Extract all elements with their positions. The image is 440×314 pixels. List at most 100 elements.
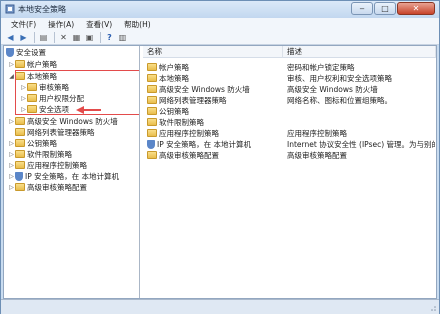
security-policy-icon (5, 4, 15, 14)
folder-icon (15, 183, 25, 191)
column-header-label: 描述 (287, 47, 302, 56)
tree-item-app-control[interactable]: ▷ 应用程序控制策略 (8, 160, 87, 170)
ip-security-icon (15, 171, 23, 181)
collapse-icon[interactable]: ◢ (8, 73, 15, 80)
list-item-name-text: 高级审核策略配置 (159, 150, 219, 160)
tree-root-label: 安全设置 (16, 47, 46, 57)
folder-icon (15, 161, 25, 169)
forward-icon[interactable]: ▶ (18, 32, 29, 43)
list-item-description: 密码和帐户锁定策略 (287, 62, 355, 72)
folder-icon (147, 85, 157, 93)
help-icon[interactable]: ? (104, 32, 115, 43)
menu-bar: 文件(F) 操作(A) 查看(V) 帮助(H) (1, 18, 439, 31)
tree-item-label: 网络列表管理器策略 (27, 127, 95, 137)
tree-item-label: IP 安全策略，在 本地计算机 (25, 171, 120, 181)
tree-item-advanced-audit[interactable]: ▷ 高级审核策略配置 (8, 182, 87, 192)
list-item[interactable]: 网络列表管理器策略 网络名称、图标和位置组策略。 (143, 95, 436, 105)
expand-icon[interactable]: ▷ (8, 140, 15, 147)
list-item-name-text: 应用程序控制策略 (159, 128, 219, 138)
list-item-description: 高级审核策略配置 (287, 150, 347, 160)
list-item-name: 软件限制策略 (147, 117, 204, 128)
expand-icon[interactable]: ▷ (8, 173, 15, 180)
back-icon[interactable]: ◀ (5, 32, 16, 43)
folder-icon (147, 151, 157, 159)
folder-icon (15, 60, 25, 68)
toolbar-divider (54, 32, 55, 43)
window-title: 本地安全策略 (18, 5, 66, 14)
close-button[interactable]: ✕ (397, 2, 435, 15)
tree-item-firewall[interactable]: ▷ 高级安全 Windows 防火墙 (8, 116, 118, 126)
tree-item-network-list[interactable]: 网络列表管理器策略 (8, 127, 95, 137)
minimize-icon: ‒ (359, 4, 365, 13)
expand-icon[interactable]: ▷ (8, 61, 15, 68)
list-item[interactable]: 帐户策略 密码和帐户锁定策略 (143, 62, 436, 72)
list-item[interactable]: 应用程序控制策略 应用程序控制策略 (143, 128, 436, 138)
tree-item-label: 帐户策略 (27, 59, 57, 69)
list-item-description: 应用程序控制策略 (287, 128, 347, 138)
list-item[interactable]: 公钥策略 (143, 106, 436, 116)
list-item-description: 网络名称、图标和位置组策略。 (287, 95, 392, 105)
folder-icon (147, 74, 157, 82)
list-item[interactable]: IP 安全策略，在 本地计算机 Internet 协议安全性 (IPsec) 管… (143, 139, 436, 149)
details-list: 名称 描述 帐户策略 密码和帐户锁定策略 本地策略 审核、用户权利和安全选项策略… (143, 46, 436, 298)
delete-icon[interactable]: ✕ (58, 32, 69, 43)
list-item[interactable]: 高级审核策略配置 高级审核策略配置 (143, 150, 436, 160)
list-item[interactable]: 高级安全 Windows 防火墙 高级安全 Windows 防火墙 (143, 84, 436, 94)
tree-item-ip-security[interactable]: ▷ IP 安全策略，在 本地计算机 (8, 171, 119, 181)
toolbar: ◀ ▶ ▤ ✕ ▦ ▣ ? ▥ (1, 31, 439, 45)
list-item-name: 高级审核策略配置 (147, 150, 219, 161)
list-item-name: 网络列表管理器策略 (147, 95, 227, 106)
list-item-name-text: 高级安全 Windows 防火墙 (159, 84, 250, 94)
maximize-button[interactable]: □ (374, 2, 396, 15)
security-settings-icon (6, 47, 14, 57)
menu-action[interactable]: 操作(A) (42, 18, 80, 31)
minimize-button[interactable]: ‒ (351, 2, 373, 15)
folder-icon (15, 139, 25, 147)
list-item-name: 应用程序控制策略 (147, 128, 219, 139)
tree-item-label: 公钥策略 (27, 138, 57, 148)
list-item-name-text: 公钥策略 (159, 106, 189, 116)
show-hide-tree-icon[interactable]: ▤ (38, 32, 49, 43)
list-item-name: 高级安全 Windows 防火墙 (147, 84, 250, 95)
properties-icon[interactable]: ▦ (71, 32, 82, 43)
tree-item-public-key[interactable]: ▷ 公钥策略 (8, 138, 57, 148)
menu-help[interactable]: 帮助(H) (118, 18, 157, 31)
list-item-name-text: 软件限制策略 (159, 117, 204, 127)
expand-icon[interactable]: ▷ (8, 184, 15, 191)
tree-item-label: 应用程序控制策略 (27, 160, 87, 170)
folder-icon (147, 63, 157, 71)
list-item-name: 公钥策略 (147, 106, 189, 117)
column-header-name[interactable]: 名称 (143, 46, 283, 58)
toolbar-divider (34, 32, 35, 43)
folder-icon (147, 96, 157, 104)
main-content: 安全设置 ▷ 帐户策略 ◢ 本地策略 ▷ 审核策略 ▷ 用户权限分配 ▷ 安全选项 ▷ 高级… (3, 45, 437, 299)
menu-file[interactable]: 文件(F) (5, 18, 42, 31)
folder-icon (15, 150, 25, 158)
title-bar[interactable]: 本地安全策略 ‒ □ ✕ (1, 1, 439, 18)
list-item-name: IP 安全策略，在 本地计算机 (147, 139, 251, 150)
export-list-icon[interactable]: ▣ (84, 32, 95, 43)
expand-icon[interactable]: ▷ (8, 118, 15, 125)
menu-view[interactable]: 查看(V) (80, 18, 118, 31)
list-item[interactable]: 本地策略 审核、用户权利和安全选项策略 (143, 73, 436, 83)
list-item[interactable]: 软件限制策略 (143, 117, 436, 127)
tree-item-account-policies[interactable]: ▷ 帐户策略 (8, 59, 57, 69)
list-item-name-text: 网络列表管理器策略 (159, 95, 227, 105)
resize-grip-icon[interactable] (429, 304, 437, 312)
tree-item-software-restriction[interactable]: ▷ 软件限制策略 (8, 149, 72, 159)
annotation-arrow-icon (76, 106, 101, 114)
list-item-name-text: 本地策略 (159, 73, 189, 83)
list-item-description: 高级安全 Windows 防火墙 (287, 84, 378, 94)
column-header-description[interactable]: 描述 (283, 46, 436, 58)
tree-item-label: 高级安全 Windows 防火墙 (27, 116, 118, 126)
column-header-label: 名称 (147, 47, 162, 56)
folder-icon (147, 118, 157, 126)
tree-root[interactable]: 安全设置 (6, 47, 46, 57)
list-item-name: 本地策略 (147, 73, 189, 84)
expand-icon[interactable]: ▷ (8, 162, 15, 169)
console-icon[interactable]: ▥ (117, 32, 128, 43)
list-item-name: 帐户策略 (147, 62, 189, 73)
status-bar (1, 299, 439, 314)
expand-icon[interactable]: ▷ (8, 151, 15, 158)
list-item-name-text: 帐户策略 (159, 62, 189, 72)
